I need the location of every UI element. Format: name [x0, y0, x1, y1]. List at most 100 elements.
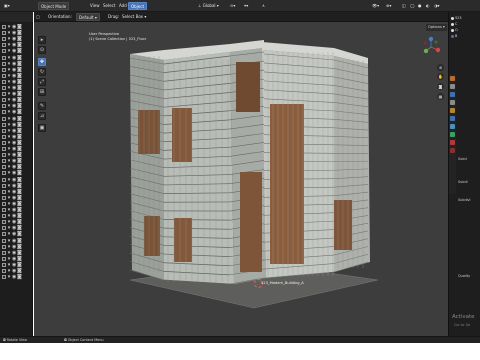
zoom-icon[interactable]: ⊕ — [437, 64, 444, 71]
outliner-row[interactable]: ▾ ◉ ◙ — [2, 158, 32, 164]
data-tab-icon[interactable] — [450, 132, 455, 137]
camera-icon[interactable]: ◙ — [17, 195, 22, 200]
checkbox-icon[interactable] — [2, 134, 6, 139]
filter-icon[interactable]: ▾ — [7, 110, 11, 115]
drag-dropdown[interactable]: Select Box ▾ — [122, 13, 146, 21]
filter-icon[interactable]: ▾ — [7, 262, 11, 267]
select-tool-icon[interactable]: ▸ — [38, 36, 46, 44]
filter-icon[interactable]: ▾ — [7, 232, 11, 237]
camera-icon[interactable]: ◙ — [17, 25, 22, 30]
eye-icon[interactable]: ◉ — [12, 275, 16, 280]
eye-icon[interactable]: ◉ — [12, 208, 16, 213]
outliner-row[interactable]: ▾ ◉ ◙ — [2, 244, 32, 250]
checkbox-icon[interactable] — [2, 73, 6, 78]
checkbox-icon[interactable] — [2, 214, 6, 219]
camera-icon[interactable]: ◙ — [437, 83, 444, 90]
outliner-row[interactable]: ▾ ◉ ◙ — [2, 195, 32, 201]
outliner-row[interactable]: ▾ ◉ ◙ — [2, 30, 32, 36]
outliner-row[interactable]: ▾ ◉ ◙ — [2, 262, 32, 268]
checkbox-icon[interactable] — [2, 43, 6, 48]
checkbox-icon[interactable] — [2, 269, 6, 273]
checkbox-icon[interactable] — [2, 256, 6, 261]
checkbox-icon[interactable] — [2, 122, 6, 127]
filter-icon[interactable]: ▾ — [7, 43, 11, 48]
filter-icon[interactable]: ▾ — [7, 25, 11, 30]
eye-icon[interactable]: ◉ — [12, 31, 16, 36]
outliner-row[interactable]: ▾ ◉ ◙ — [2, 97, 32, 103]
filter-icon[interactable]: ▾ — [7, 214, 11, 219]
filter-icon[interactable]: ▾ — [7, 183, 11, 188]
checkbox-icon[interactable] — [2, 275, 6, 280]
checkbox-icon[interactable] — [2, 92, 6, 97]
checkbox-icon[interactable] — [2, 55, 6, 60]
snap-icon[interactable]: ⌖▾ — [244, 2, 248, 10]
texture-tab-icon[interactable] — [450, 148, 455, 153]
outliner-row[interactable]: ▾ ◉ ◙ — [2, 146, 32, 152]
eye-icon[interactable]: ◉ — [12, 110, 16, 115]
modifier-tab-icon[interactable] — [450, 116, 455, 121]
tool-icon[interactable]: ▢ — [36, 13, 40, 21]
camera-icon[interactable]: ◙ — [17, 43, 22, 48]
filter-icon[interactable]: ▾ — [7, 269, 11, 274]
tool-tab-icon[interactable] — [450, 76, 455, 81]
menu-select[interactable]: Select — [103, 2, 115, 10]
camera-icon[interactable]: ◙ — [17, 86, 22, 91]
camera-icon[interactable]: ◙ — [17, 55, 22, 60]
filter-icon[interactable]: ▾ — [7, 220, 11, 225]
checkbox-icon[interactable] — [2, 238, 6, 243]
checkbox-icon[interactable] — [2, 49, 6, 54]
camera-icon[interactable]: ◙ — [17, 238, 22, 243]
checkbox-icon[interactable] — [2, 232, 6, 237]
camera-icon[interactable]: ◙ — [17, 226, 22, 231]
eye-icon[interactable]: ◉ — [12, 25, 16, 30]
camera-icon[interactable]: ◙ — [17, 104, 22, 109]
eye-icon[interactable]: ◉ — [12, 122, 16, 127]
outliner-row[interactable]: ▾ ◉ ◙ — [2, 24, 32, 30]
shading-solid-icon[interactable]: ● — [418, 2, 422, 10]
eye-icon[interactable]: ◉ — [12, 165, 16, 170]
camera-icon[interactable]: ◙ — [17, 275, 22, 280]
filter-icon[interactable]: ▾ — [7, 61, 11, 66]
outliner-row[interactable]: ▾ ◉ ◙ — [2, 85, 32, 91]
annotate-tool-icon[interactable]: ✎ — [38, 102, 46, 110]
output-tab-icon[interactable] — [450, 92, 455, 97]
checkbox-icon[interactable] — [2, 86, 6, 90]
camera-icon[interactable]: ◙ — [17, 269, 22, 274]
shading-material-icon[interactable]: ◐ — [426, 2, 430, 10]
eye-icon[interactable]: ◉ — [12, 250, 16, 255]
filter-icon[interactable]: ▾ — [7, 275, 11, 280]
filter-icon[interactable]: ▾ — [7, 31, 11, 36]
checkbox-icon[interactable] — [2, 140, 6, 145]
camera-icon[interactable]: ◙ — [17, 214, 22, 219]
checkbox-icon[interactable] — [2, 250, 6, 255]
checkbox-icon[interactable] — [2, 208, 6, 212]
outliner-row[interactable]: ▾ ◉ ◙ — [2, 213, 32, 219]
camera-icon[interactable]: ◙ — [17, 171, 22, 176]
checkbox-icon[interactable] — [2, 61, 6, 66]
eye-icon[interactable]: ◉ — [12, 67, 16, 72]
camera-icon[interactable]: ◙ — [17, 110, 22, 115]
camera-icon[interactable]: ◙ — [17, 201, 22, 206]
filter-icon[interactable]: ▾ — [7, 171, 11, 176]
camera-icon[interactable]: ◙ — [17, 79, 22, 84]
filter-icon[interactable]: ▾ — [7, 244, 11, 249]
outliner-row[interactable]: ▾ ◉ ◙ — [2, 103, 32, 109]
filter-icon[interactable]: ▾ — [7, 140, 11, 145]
checkbox-icon[interactable] — [2, 171, 6, 176]
camera-icon[interactable]: ◙ — [17, 220, 22, 225]
eye-icon[interactable]: ◉ — [12, 189, 16, 194]
checkbox-icon[interactable] — [2, 116, 6, 121]
move-tool-icon[interactable]: ✥ — [38, 58, 46, 66]
outliner-row[interactable]: ▾ ◉ ◙ — [2, 79, 32, 85]
outliner-row[interactable]: ▾ ◉ ◙ — [2, 231, 32, 237]
checkbox-icon[interactable] — [2, 98, 6, 103]
proportional-edit-icon[interactable]: ∧ — [262, 2, 265, 10]
navigation-gizmo[interactable] — [420, 36, 442, 58]
camera-icon[interactable]: ◙ — [17, 98, 22, 103]
checkbox-icon[interactable] — [2, 31, 6, 36]
mode-dropdown[interactable]: Object Mode — [38, 2, 70, 10]
camera-icon[interactable]: ◙ — [17, 153, 22, 158]
gizmo-toggle-icon[interactable]: ⊕▾ — [386, 2, 391, 10]
eye-icon[interactable]: ◉ — [12, 128, 16, 133]
filter-icon[interactable]: ▾ — [7, 159, 11, 164]
